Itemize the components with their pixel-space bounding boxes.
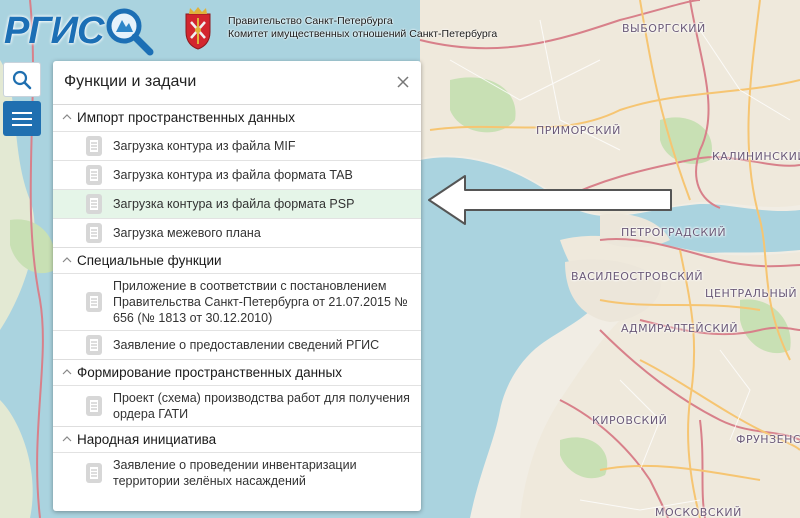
- document-icon: [86, 396, 102, 416]
- item-label: Загрузка контура из файла формата PSP: [113, 197, 355, 211]
- chevron-up-icon: [62, 369, 72, 375]
- magnifier-logo-icon: [106, 8, 154, 56]
- item-appendix-resolution[interactable]: Приложение в соответствии с постановлени…: [53, 273, 421, 330]
- map-district-label: Василеостровский: [571, 270, 704, 283]
- document-icon: [86, 165, 102, 185]
- header: РГИС Правительство Санкт-Петербурга Коми…: [0, 0, 800, 58]
- search-icon: [12, 70, 32, 89]
- document-icon: [86, 463, 102, 483]
- item-rgis-info-request[interactable]: Заявление о предоставлении сведений РГИС: [53, 330, 421, 359]
- rgis-logo[interactable]: РГИС: [4, 4, 154, 56]
- document-icon: [86, 194, 102, 214]
- item-load-boundary-plan[interactable]: Загрузка межевого плана: [53, 218, 421, 247]
- logo-text: РГИС: [4, 10, 104, 52]
- section-title: Специальные функции: [77, 253, 222, 268]
- close-button[interactable]: [393, 72, 413, 92]
- document-icon: [86, 136, 102, 156]
- section-header-import[interactable]: Импорт пространственных данных: [53, 105, 421, 131]
- map-district-label: Адмиралтейский: [621, 322, 739, 335]
- item-green-inventory-request[interactable]: Заявление о проведении инвентаризации те…: [53, 452, 421, 493]
- map-district-label: Московский: [655, 506, 742, 518]
- section-header-forming[interactable]: Формирование пространственных данных: [53, 359, 421, 385]
- government-line: Правительство Санкт-Петербурга: [228, 15, 393, 27]
- item-load-tab[interactable]: Загрузка контура из файла формата TAB: [53, 160, 421, 189]
- item-gati-work-project[interactable]: Проект (схема) производства работ для по…: [53, 385, 421, 426]
- menu-button[interactable]: [3, 101, 41, 136]
- item-label: Загрузка межевого плана: [113, 226, 261, 240]
- menu-icon: [12, 111, 32, 126]
- panel-title: Функции и задачи: [64, 73, 197, 90]
- section-header-special[interactable]: Специальные функции: [53, 247, 421, 273]
- map-district-label: Приморский: [536, 124, 621, 137]
- map-district-label: Центральный: [705, 287, 798, 300]
- chevron-up-icon: [62, 257, 72, 263]
- section-title: Импорт пространственных данных: [77, 110, 296, 125]
- coat-of-arms-icon: [185, 7, 211, 50]
- arrow-left-icon: [428, 175, 672, 225]
- government-caption: Правительство Санкт-Петербурга Комитет и…: [228, 15, 497, 41]
- map-district-label: Кировский: [592, 414, 668, 427]
- functions-panel: Функции и задачи Импорт пространственных…: [53, 61, 421, 511]
- item-label: Приложение в соответствии с постановлени…: [113, 279, 408, 325]
- section-title: Формирование пространственных данных: [77, 365, 342, 380]
- document-icon: [86, 223, 102, 243]
- chevron-up-icon: [62, 114, 72, 120]
- document-icon: [86, 335, 102, 355]
- item-label: Проект (схема) производства работ для по…: [113, 391, 410, 421]
- map-district-label: Калининский: [712, 150, 800, 163]
- item-label: Загрузка контура из файла MIF: [113, 139, 296, 153]
- item-label: Заявление о предоставлении сведений РГИС: [113, 338, 380, 352]
- map-district-label: Фрунзенский: [736, 433, 800, 446]
- item-label: Заявление о проведении инвентаризации те…: [113, 458, 357, 488]
- search-button[interactable]: [3, 62, 41, 97]
- panel-header: Функции и задачи: [53, 61, 421, 105]
- section-title: Народная инициатива: [77, 432, 217, 447]
- close-icon: [397, 76, 409, 88]
- document-icon: [86, 292, 102, 312]
- chevron-up-icon: [62, 436, 72, 442]
- item-label: Загрузка контура из файла формата TAB: [113, 168, 353, 182]
- section-header-initiative[interactable]: Народная инициатива: [53, 426, 421, 452]
- committee-line: Комитет имущественных отношений Санкт-Пе…: [228, 28, 498, 40]
- item-load-mif[interactable]: Загрузка контура из файла MIF: [53, 131, 421, 160]
- item-load-psp[interactable]: Загрузка контура из файла формата PSP: [53, 189, 421, 218]
